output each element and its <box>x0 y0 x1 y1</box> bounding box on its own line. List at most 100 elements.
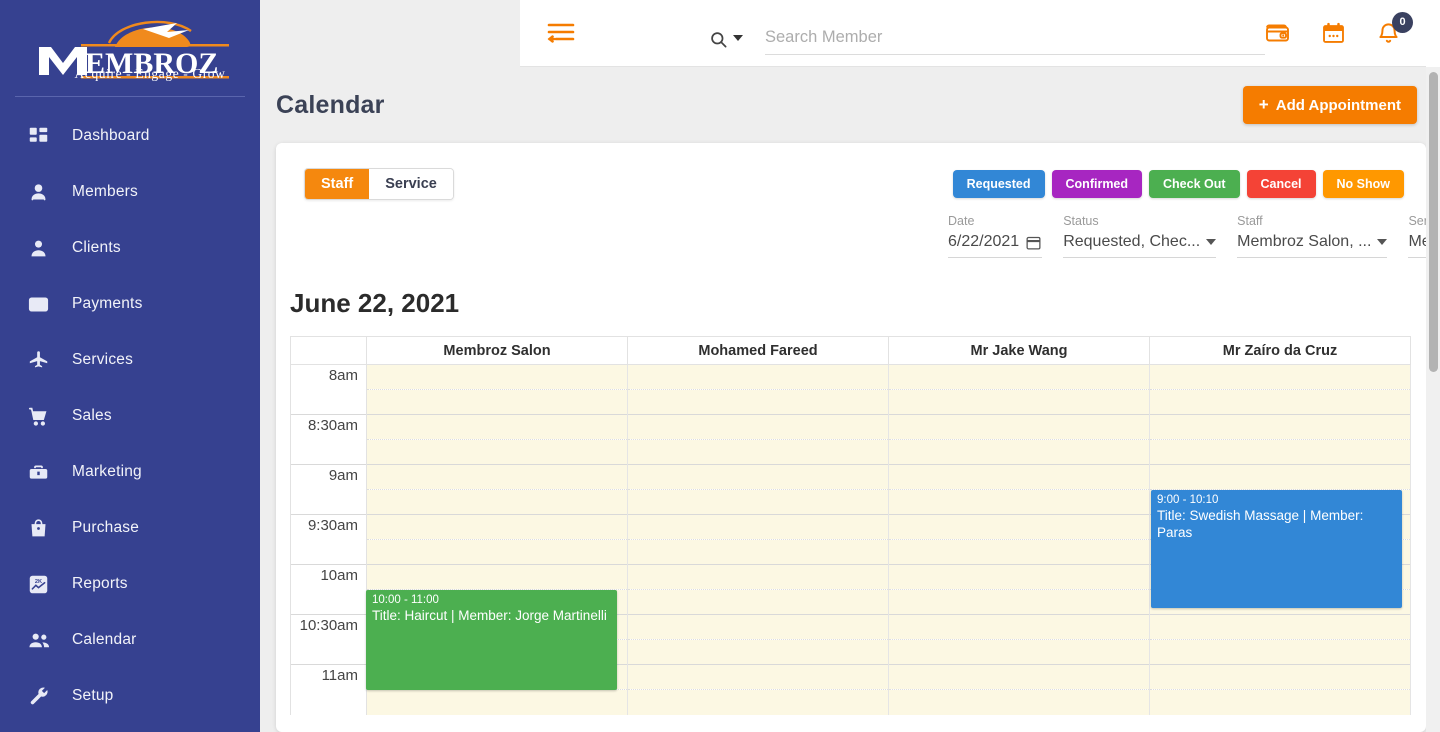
calendar-slot[interactable] <box>367 490 628 515</box>
calendar-slot[interactable] <box>628 540 889 565</box>
calendar-slot[interactable] <box>367 540 628 565</box>
calendar-slot[interactable] <box>889 415 1150 440</box>
sidebar-item-label: Clients <box>72 239 121 257</box>
sidebar-item-dashboard[interactable]: Dashboard <box>0 108 260 164</box>
calendar-slot[interactable] <box>367 440 628 465</box>
calendar-slot[interactable] <box>628 365 889 390</box>
calendar-picker-icon[interactable] <box>1025 234 1042 251</box>
appointment-title: Title: Swedish Massage | Member: Paras <box>1157 507 1397 541</box>
sidebar-item-reports[interactable]: 2K Reports <box>0 556 260 612</box>
tab-service[interactable]: Service <box>369 169 453 199</box>
calendar-slot[interactable] <box>628 515 889 540</box>
filter-status-value: Requested, Chec... <box>1063 233 1200 251</box>
sidebar-item-purchase[interactable]: Purchase <box>0 500 260 556</box>
calendar-slot[interactable] <box>889 390 1150 415</box>
calendar-slot[interactable] <box>1150 440 1411 465</box>
calendar-slot[interactable] <box>628 440 889 465</box>
staff-select[interactable]: Membroz Salon, ... <box>1237 233 1387 258</box>
status-select[interactable]: Requested, Chec... <box>1063 233 1216 258</box>
calendar-slot[interactable] <box>367 565 628 590</box>
calendar-slot[interactable] <box>1150 665 1411 690</box>
time-label: 8am <box>291 365 367 415</box>
status-button-cancel[interactable]: Cancel <box>1247 170 1316 198</box>
calendar-slot[interactable] <box>628 590 889 615</box>
calendar-slot[interactable] <box>889 440 1150 465</box>
calendar-slot[interactable] <box>628 465 889 490</box>
search-input[interactable] <box>765 28 1265 55</box>
sidebar-item-calendar[interactable]: Calendar <box>0 612 260 668</box>
calendar-slot[interactable] <box>628 490 889 515</box>
calendar-slot[interactable] <box>1150 615 1411 640</box>
appointment-block[interactable]: 9:00 - 10:10 Title: Swedish Massage | Me… <box>1151 490 1402 608</box>
calendar-slot[interactable] <box>1150 365 1411 390</box>
calendar-slot[interactable] <box>628 690 889 715</box>
calendar-slot[interactable] <box>1150 390 1411 415</box>
status-button-noshow[interactable]: No Show <box>1323 170 1404 198</box>
filter-service: Service Meni-Pedi cure, ... <box>1408 214 1426 258</box>
calendar-slot[interactable] <box>889 665 1150 690</box>
sidebar-item-members[interactable]: Members <box>0 164 260 220</box>
calendar-slot[interactable] <box>628 640 889 665</box>
calendar-row: 8:30am <box>291 415 1411 440</box>
add-appointment-button[interactable]: + Add Appointment <box>1243 86 1417 124</box>
sidebar-nav: Dashboard Members Clients Payments <box>0 108 260 724</box>
appointment-block[interactable]: 10:00 - 11:00 Title: Haircut | Member: J… <box>366 590 617 690</box>
calendar-slot[interactable] <box>367 390 628 415</box>
calendar-slot[interactable] <box>1150 415 1411 440</box>
page-title: Calendar <box>276 91 385 120</box>
calendar-slot[interactable] <box>889 365 1150 390</box>
notifications-bell[interactable]: 0 <box>1376 21 1401 46</box>
calendar-slot[interactable] <box>889 615 1150 640</box>
calendar-slot[interactable] <box>889 540 1150 565</box>
calendar-slot[interactable] <box>889 515 1150 540</box>
calendar-slot[interactable] <box>1150 465 1411 490</box>
calendar-slot[interactable] <box>889 590 1150 615</box>
calendar-slot[interactable] <box>628 615 889 640</box>
page-scrollbar-thumb[interactable] <box>1429 72 1438 372</box>
status-button-confirmed[interactable]: Confirmed <box>1052 170 1143 198</box>
calendar-slot[interactable] <box>367 415 628 440</box>
status-legend: Requested Confirmed Check Out Cancel No … <box>953 170 1404 198</box>
service-select[interactable]: Meni-Pedi cure, ... <box>1408 233 1426 258</box>
calendar-slot[interactable] <box>628 390 889 415</box>
sidebar-item-label: Purchase <box>72 519 139 537</box>
wallet-icon[interactable] <box>1265 21 1291 45</box>
sidebar-item-services[interactable]: Services <box>0 332 260 388</box>
status-button-checkout[interactable]: Check Out <box>1149 170 1240 198</box>
calendar-slot[interactable] <box>889 565 1150 590</box>
calendar-slot[interactable] <box>628 565 889 590</box>
sidebar-item-marketing[interactable]: Marketing <box>0 444 260 500</box>
calendar-toolbar: Staff Service Requested Confirmed Check … <box>276 143 1426 200</box>
brand-logo[interactable]: EMBROZ Acquire - Engage - Grow <box>0 0 260 100</box>
collapse-menu-icon[interactable] <box>545 19 577 47</box>
filter-date-value: 6/22/2021 <box>948 233 1019 251</box>
search-type-dropdown[interactable] <box>709 30 743 55</box>
sidebar-item-clients[interactable]: Clients <box>0 220 260 276</box>
member-outline-icon <box>28 180 56 204</box>
calendar-slot[interactable] <box>1150 640 1411 665</box>
calendar-slot[interactable] <box>628 665 889 690</box>
calendar-slot[interactable] <box>367 690 628 715</box>
calendar-slot[interactable] <box>889 640 1150 665</box>
calendar-slot[interactable] <box>889 690 1150 715</box>
filter-status: Status Requested, Chec... <box>1063 214 1216 258</box>
filter-date-label: Date <box>948 214 1042 228</box>
calendar-slot[interactable] <box>367 465 628 490</box>
top-header-bar: 0 <box>520 0 1440 67</box>
sidebar-item-setup[interactable]: Setup <box>0 668 260 724</box>
calendar-slot[interactable] <box>1150 690 1411 715</box>
sidebar-item-payments[interactable]: Payments <box>0 276 260 332</box>
calendar-slot[interactable] <box>367 365 628 390</box>
calendar-slot[interactable] <box>367 515 628 540</box>
svg-text:2K: 2K <box>35 578 43 584</box>
calendar-slot[interactable] <box>628 415 889 440</box>
calendar-slot[interactable] <box>889 490 1150 515</box>
calendar-icon[interactable] <box>1321 21 1346 46</box>
tab-staff[interactable]: Staff <box>305 169 369 199</box>
time-label: 10:30am <box>291 615 367 665</box>
date-picker-field[interactable]: 6/22/2021 <box>948 233 1042 258</box>
wrench-icon <box>28 684 56 708</box>
status-button-requested[interactable]: Requested <box>953 170 1045 198</box>
sidebar-item-sales[interactable]: Sales <box>0 388 260 444</box>
calendar-slot[interactable] <box>889 465 1150 490</box>
